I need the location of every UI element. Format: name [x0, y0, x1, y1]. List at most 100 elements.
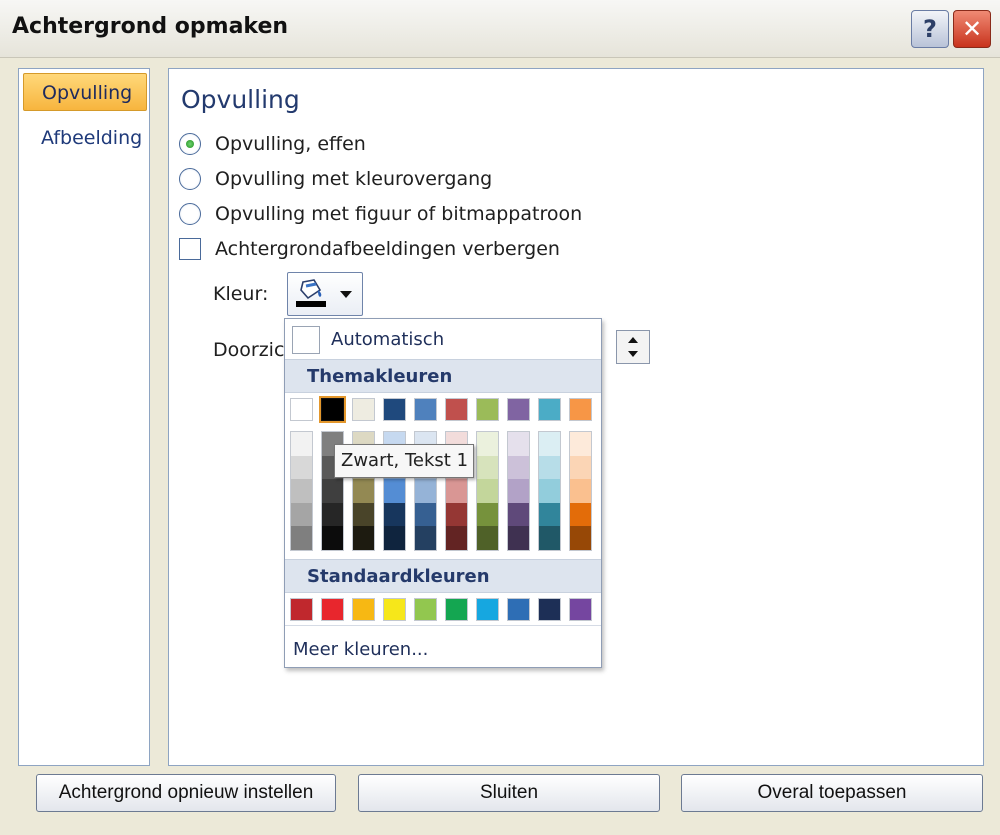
theme-color-swatch[interactable]	[352, 398, 375, 421]
standard-color-swatch[interactable]	[569, 598, 592, 621]
picture-fill-radio[interactable]	[179, 203, 201, 225]
theme-color-swatch[interactable]	[383, 398, 406, 421]
theme-shade-swatch[interactable]	[570, 432, 591, 456]
theme-shade-swatch[interactable]	[446, 526, 467, 550]
theme-shade-swatch[interactable]	[291, 526, 312, 550]
theme-color-swatch[interactable]	[445, 398, 468, 421]
theme-shade-swatch[interactable]	[415, 479, 436, 503]
theme-shade-swatch[interactable]	[322, 479, 343, 503]
theme-color-swatch[interactable]	[414, 398, 437, 421]
standard-color-swatch[interactable]	[476, 598, 499, 621]
theme-shade-swatch[interactable]	[384, 526, 405, 550]
close-button[interactable]: Sluiten	[358, 774, 660, 812]
dialog-title: Achtergrond opmaken	[12, 14, 289, 39]
standard-color-swatch[interactable]	[538, 598, 561, 621]
theme-shade-swatch[interactable]	[322, 502, 343, 527]
standard-color-swatch[interactable]	[321, 598, 344, 621]
theme-shade-swatch[interactable]	[539, 455, 560, 480]
standard-color-swatch[interactable]	[507, 598, 530, 621]
gradient-fill-radio[interactable]	[179, 168, 201, 190]
format-background-dialog: Achtergrond opmaken ? ✕ Opvulling Afbeel…	[0, 0, 1000, 835]
hide-background-checkbox[interactable]	[179, 238, 201, 260]
fill-picture-option[interactable]: Opvulling met figuur of bitmappatroon	[179, 201, 582, 227]
transparency-spinner[interactable]	[616, 330, 650, 364]
theme-colors-row	[290, 396, 600, 423]
theme-color-swatch[interactable]	[507, 398, 530, 421]
theme-shade-swatch[interactable]	[353, 526, 374, 550]
theme-shade-swatch[interactable]	[508, 502, 529, 527]
theme-shade-column	[290, 431, 313, 551]
theme-shade-swatch[interactable]	[291, 432, 312, 456]
reset-background-button[interactable]: Achtergrond opnieuw instellen	[36, 774, 336, 812]
theme-shade-swatch[interactable]	[508, 455, 529, 480]
theme-shade-swatch[interactable]	[291, 479, 312, 503]
theme-shade-swatch[interactable]	[291, 502, 312, 527]
nav-item-picture[interactable]: Afbeelding	[23, 119, 147, 157]
theme-shade-swatch[interactable]	[477, 455, 498, 480]
theme-shade-swatch[interactable]	[570, 455, 591, 480]
hide-background-option[interactable]: Achtergrondafbeeldingen verbergen	[179, 236, 560, 262]
theme-color-swatch[interactable]	[538, 398, 561, 421]
theme-shade-swatch[interactable]	[384, 502, 405, 527]
theme-shade-swatch[interactable]	[477, 432, 498, 456]
fill-solid-option[interactable]: Opvulling, effen	[179, 131, 366, 157]
theme-shade-swatch[interactable]	[477, 526, 498, 550]
color-dropdown-menu: Automatisch Themakleuren Standaardkleure…	[284, 318, 602, 668]
apply-to-all-button[interactable]: Overal toepassen	[681, 774, 983, 812]
solid-fill-label: Opvulling, effen	[215, 133, 366, 155]
theme-shade-swatch[interactable]	[539, 502, 560, 527]
theme-shade-swatch[interactable]	[477, 502, 498, 527]
theme-shade-swatch[interactable]	[322, 526, 343, 550]
standard-colors-header: Standaardkleuren	[285, 559, 601, 593]
color-tooltip: Zwart, Tekst 1	[334, 444, 474, 478]
theme-shade-swatch[interactable]	[508, 526, 529, 550]
color-picker-button[interactable]	[287, 272, 363, 316]
theme-color-swatch[interactable]	[290, 398, 313, 421]
title-bar: Achtergrond opmaken ? ✕	[0, 0, 1000, 58]
dropdown-arrow-icon	[340, 291, 352, 298]
standard-color-swatch[interactable]	[383, 598, 406, 621]
theme-color-swatch[interactable]	[319, 396, 346, 423]
theme-shade-swatch[interactable]	[539, 526, 560, 550]
paint-bucket-icon	[296, 279, 326, 307]
theme-shade-column	[569, 431, 592, 551]
theme-shade-swatch[interactable]	[508, 479, 529, 503]
theme-shade-swatch[interactable]	[291, 455, 312, 480]
spin-up-button[interactable]	[620, 333, 646, 346]
theme-shade-swatch[interactable]	[353, 502, 374, 527]
theme-shade-swatch[interactable]	[446, 479, 467, 503]
theme-shade-swatch[interactable]	[353, 479, 374, 503]
standard-color-swatch[interactable]	[290, 598, 313, 621]
theme-shade-swatch[interactable]	[570, 479, 591, 503]
theme-shade-swatch[interactable]	[415, 502, 436, 527]
theme-shade-swatch[interactable]	[570, 526, 591, 550]
spin-down-button[interactable]	[620, 347, 646, 360]
solid-fill-radio[interactable]	[179, 133, 201, 155]
color-label: Kleur:	[213, 283, 269, 305]
theme-color-swatch[interactable]	[476, 398, 499, 421]
theme-shade-swatch[interactable]	[508, 432, 529, 456]
theme-shade-swatch[interactable]	[539, 479, 560, 503]
theme-shade-swatch[interactable]	[477, 479, 498, 503]
category-nav: Opvulling Afbeelding	[18, 68, 150, 766]
help-button[interactable]: ?	[911, 10, 949, 48]
theme-shade-column	[538, 431, 561, 551]
theme-shade-swatch[interactable]	[570, 502, 591, 527]
theme-shade-swatch[interactable]	[539, 432, 560, 456]
automatic-color-option[interactable]: Automatisch	[289, 323, 597, 357]
standard-color-swatch[interactable]	[414, 598, 437, 621]
theme-shade-swatch[interactable]	[446, 502, 467, 527]
nav-item-fill[interactable]: Opvulling	[23, 73, 147, 111]
theme-color-swatch[interactable]	[569, 398, 592, 421]
automatic-swatch	[292, 326, 320, 354]
theme-shade-swatch[interactable]	[415, 526, 436, 550]
theme-colors-header: Themakleuren	[285, 359, 601, 393]
more-colors-link[interactable]: Meer kleuren...	[293, 639, 428, 660]
spin-up-icon	[628, 336, 638, 343]
fill-gradient-option[interactable]: Opvulling met kleurovergang	[179, 166, 492, 192]
automatic-label: Automatisch	[331, 329, 445, 350]
theme-shade-swatch[interactable]	[384, 479, 405, 503]
close-window-button[interactable]: ✕	[953, 10, 991, 48]
standard-color-swatch[interactable]	[352, 598, 375, 621]
standard-color-swatch[interactable]	[445, 598, 468, 621]
